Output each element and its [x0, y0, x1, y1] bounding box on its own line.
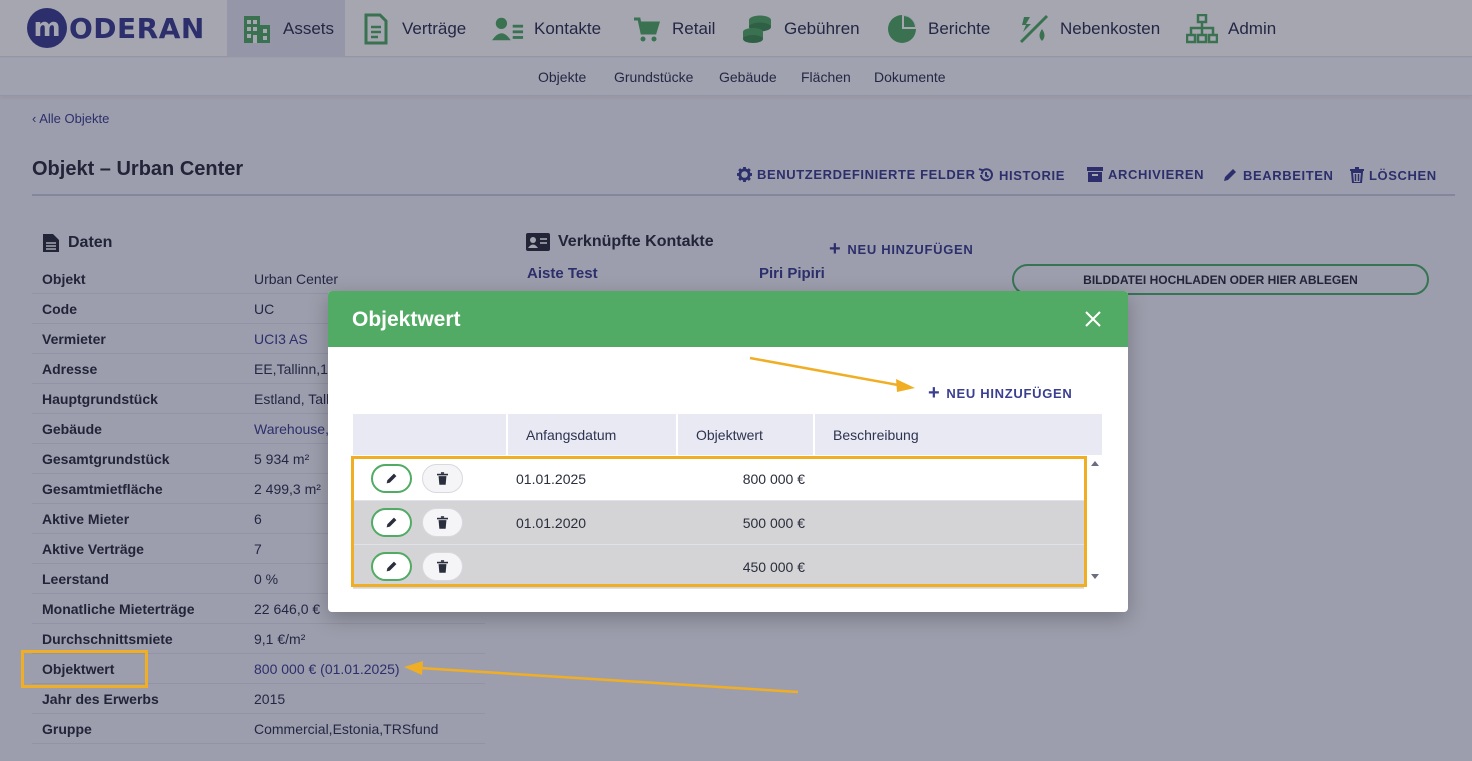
arrowhead-icon	[896, 379, 915, 392]
arrow-to-add-button	[749, 356, 899, 387]
annotation-arrows	[404, 356, 915, 694]
arrowhead-icon	[404, 661, 423, 675]
arrow-to-objektwert	[419, 666, 799, 694]
